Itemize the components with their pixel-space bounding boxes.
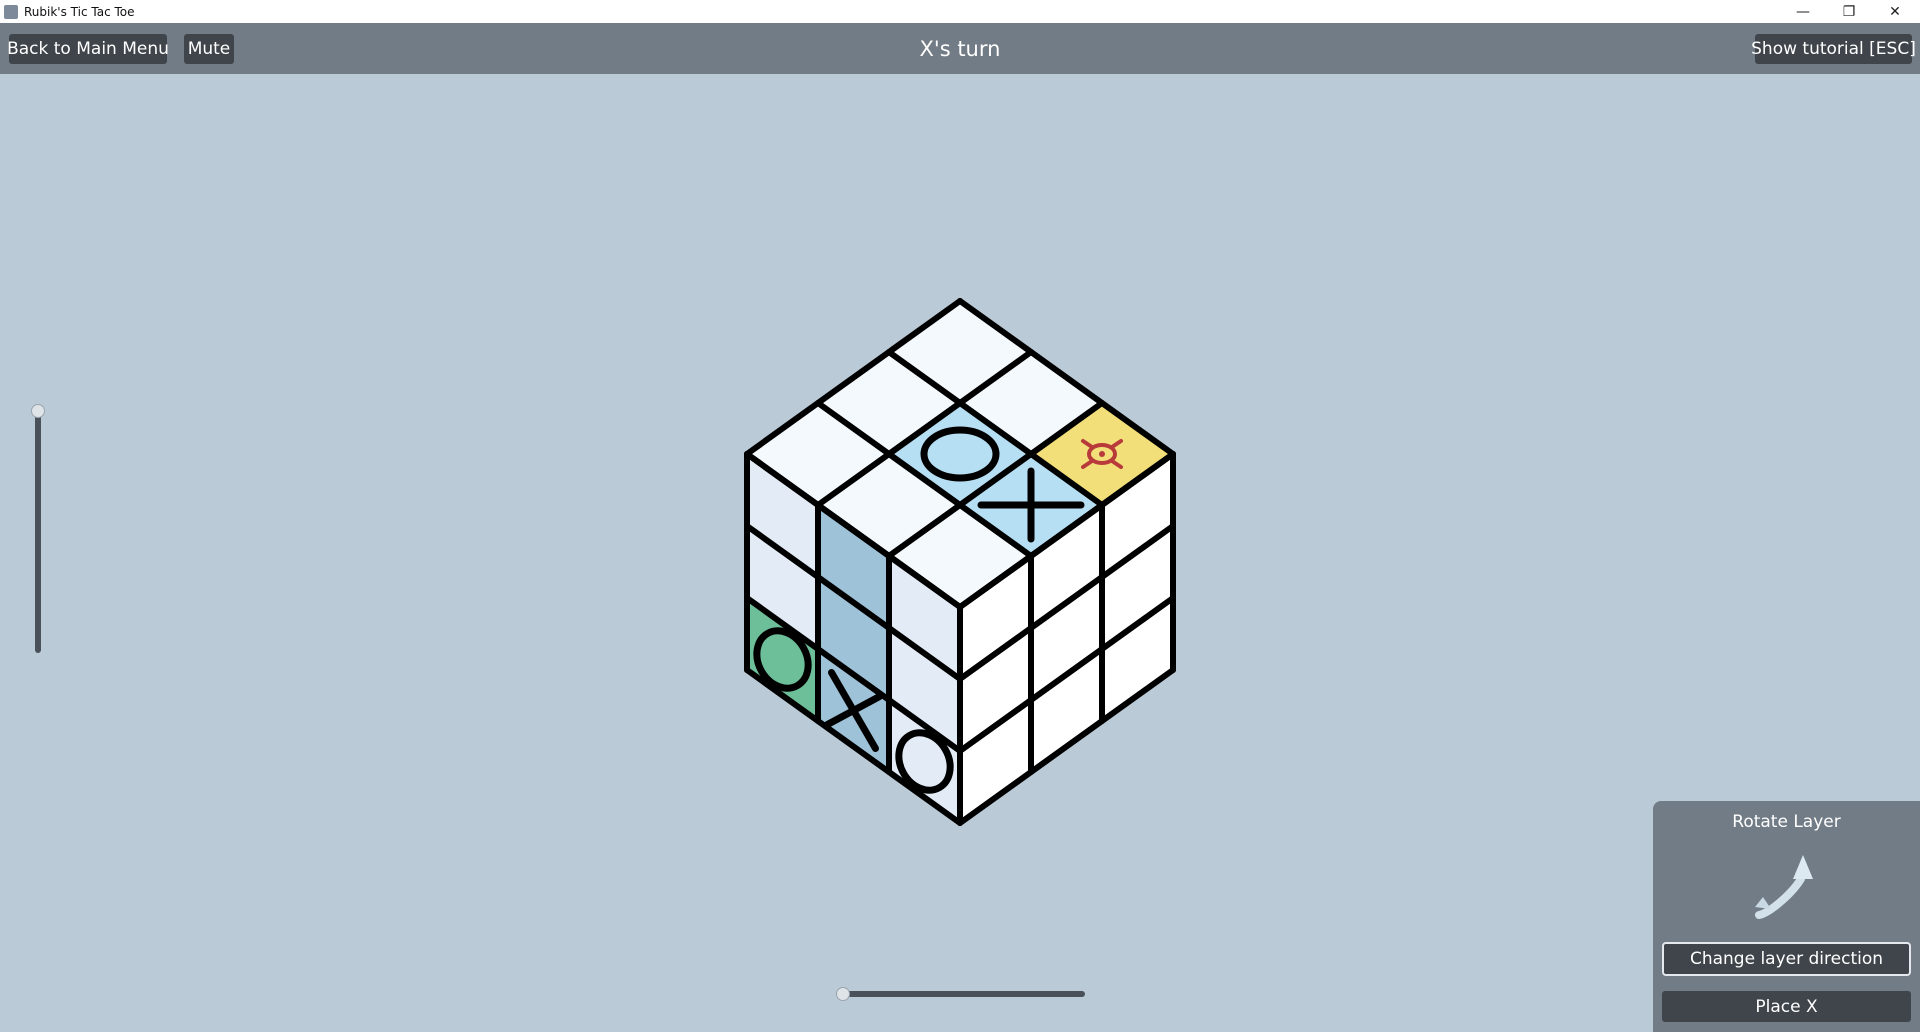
place-x-button[interactable]: Place X (1662, 991, 1911, 1022)
panel-title: Rotate Layer (1732, 812, 1841, 832)
rotate-layer-arrow-icon (1755, 855, 1813, 919)
rubiks-cube-board (744, 298, 1176, 826)
action-panel: Rotate Layer Change layer direction Plac… (1653, 801, 1920, 1032)
change-layer-direction-button[interactable]: Change layer direction (1662, 942, 1911, 976)
target-icon (1081, 439, 1123, 469)
